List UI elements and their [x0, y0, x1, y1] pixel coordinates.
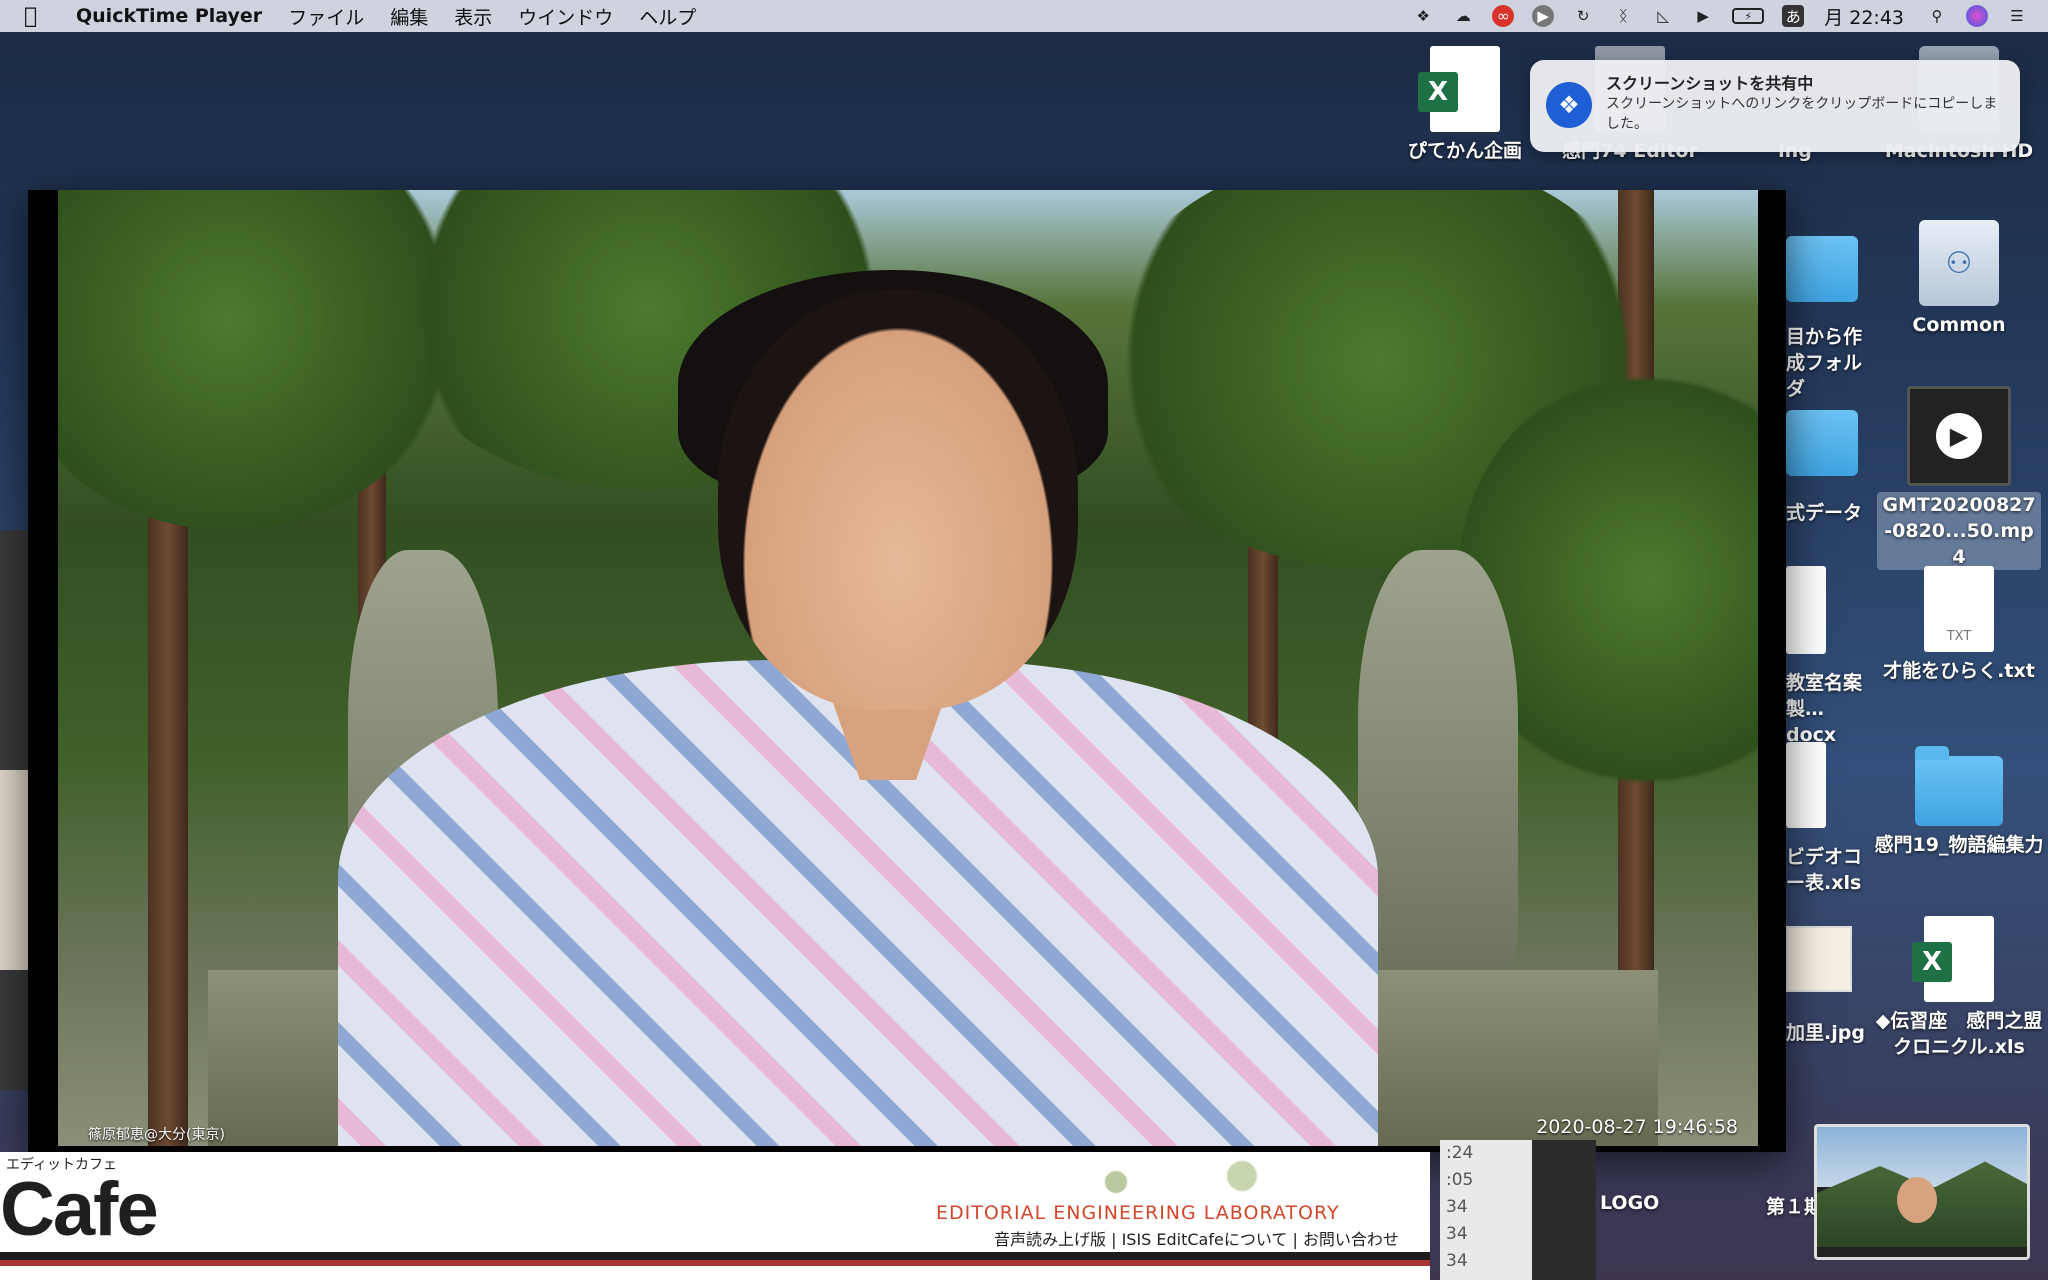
- desktop-icon-common[interactable]: ⚇ Common: [1874, 220, 2044, 338]
- menu-edit[interactable]: 編集: [390, 3, 428, 30]
- video-timestamp: 2020-08-27 19:46:58: [1536, 1116, 1738, 1138]
- apple-menu-icon[interactable]: : [24, 4, 68, 29]
- menu-help[interactable]: ヘルプ: [639, 3, 696, 30]
- menu-window[interactable]: ウインドウ: [518, 3, 613, 30]
- list-item: 34: [1446, 1251, 1468, 1271]
- menu-bar:  QuickTime Player ファイル 編集 表示 ウインドウ ヘルプ …: [0, 0, 2048, 32]
- desktop-icon-label: ぴてかん企画: [1407, 140, 1522, 162]
- notification-title: スクリーンショットを共有中: [1606, 74, 1814, 93]
- desktop-icon-partial-2[interactable]: [1786, 410, 1858, 476]
- menu-file[interactable]: ファイル: [288, 3, 364, 30]
- background-list: :24 :05 34 34 34: [1440, 1140, 1532, 1280]
- editcafe-website[interactable]: エディットカフェ Cafe EDITORIAL ENGINEERING LABO…: [0, 1152, 1430, 1280]
- desktop-icon-partial-3[interactable]: [1786, 566, 1826, 654]
- participant-face: [718, 290, 1078, 710]
- background-panel: [1532, 1140, 1596, 1280]
- desktop-icon-label: 教室名案製…docx: [1786, 672, 1863, 746]
- thumbnail-face: [1897, 1177, 1937, 1223]
- desktop-icon-label-logo[interactable]: LOGO: [1600, 1192, 1659, 1214]
- list-item: 34: [1446, 1197, 1468, 1217]
- desktop-icon-label: 加里.jpg: [1786, 1022, 1865, 1044]
- right-statue: [1358, 550, 1518, 970]
- ribbon-icon[interactable]: ∞: [1492, 5, 1515, 27]
- wifi-icon[interactable]: ◺: [1652, 5, 1674, 27]
- desktop-icon-label: 才能をひらく.txt: [1883, 660, 2035, 682]
- site-links[interactable]: 音声読み上げ版 | ISIS EditCafeについて | お問い合わせ: [994, 1226, 1399, 1250]
- desktop-icon-label: 式データ: [1786, 502, 1863, 524]
- desktop-icon-xls-chronicle[interactable]: X ◆伝習座 感門之盟クロニクル.xls: [1874, 916, 2044, 1060]
- desktop-icon-txt[interactable]: TXT 才能をひらく.txt: [1874, 566, 2044, 684]
- video-file-icon: ▶: [1907, 386, 2011, 486]
- bluetooth-icon[interactable]: ᛝ: [1612, 5, 1634, 27]
- desktop-icon-label: 目から作成フォルダ: [1786, 326, 1863, 400]
- excel-file-icon: X: [1418, 46, 1500, 132]
- status-area: ❖ ☁ ∞ ▶ ↻ ᛝ ◺ ▶ ⚡ あ 月 22:43 ⚲ ☰: [1394, 0, 2028, 32]
- folder-icon: [1915, 746, 2003, 826]
- time-machine-icon[interactable]: ↻: [1572, 5, 1594, 27]
- video-frame[interactable]: 篠原郁恵@大分(東京) 2020-08-27 19:46:58: [58, 190, 1758, 1146]
- background-window-edge: [0, 530, 28, 1090]
- desktop-icon-label: GMT20200827-0820...50.mp4: [1877, 492, 2041, 570]
- volume-icon[interactable]: ▶: [1692, 5, 1714, 27]
- participant-name: 篠原郁恵@大分(東京): [88, 1127, 225, 1143]
- list-item: 34: [1446, 1224, 1468, 1244]
- screenshot-thumbnail[interactable]: [1814, 1124, 2030, 1260]
- list-item: :05: [1446, 1170, 1474, 1190]
- site-lab-title: EDITORIAL ENGINEERING LABORATORY: [936, 1202, 1340, 1224]
- excel-file-icon: X: [1912, 916, 1994, 1002]
- menu-clock[interactable]: 月 22:43: [1824, 3, 1904, 30]
- menu-app-name[interactable]: QuickTime Player: [76, 5, 262, 27]
- dropbox-icon[interactable]: ❖: [1412, 5, 1434, 27]
- desktop-icon-xls-pitekan[interactable]: X ぴてかん企画: [1380, 46, 1550, 164]
- desktop-icon-label: Common: [1912, 314, 2006, 336]
- siri-icon[interactable]: [1966, 5, 1988, 27]
- desktop-icon-gmt-video[interactable]: ▶ GMT20200827-0820...50.mp4: [1874, 386, 2044, 570]
- notification-body: スクリーンショットへのリンクをクリップボードにコピーしました。: [1606, 96, 1998, 132]
- desktop-icon-partial-4[interactable]: [1786, 742, 1826, 828]
- shared-drive-icon: ⚇: [1919, 220, 1999, 306]
- desktop-icon-partial-1[interactable]: [1786, 236, 1858, 302]
- battery-icon[interactable]: ⚡: [1732, 8, 1765, 24]
- dropbox-notification[interactable]: ❖ スクリーンショットを共有中 スクリーンショットへのリンクをクリップボードにコ…: [1530, 60, 2020, 152]
- text-file-icon: TXT: [1924, 566, 1994, 652]
- input-method-icon[interactable]: あ: [1782, 5, 1805, 27]
- desktop-icon-folder-monogatari[interactable]: 感門19_物語編集力: [1874, 746, 2044, 858]
- quicktime-window[interactable]: 篠原郁恵@大分(東京) 2020-08-27 19:46:58: [28, 190, 1786, 1152]
- desktop-icon-label: ◆伝習座 感門之盟クロニクル.xls: [1875, 1010, 2043, 1058]
- notification-center-icon[interactable]: ☰: [2006, 5, 2028, 27]
- desktop-icon-label: 感門19_物語編集力: [1874, 834, 2044, 856]
- creative-cloud-icon[interactable]: ☁: [1452, 5, 1474, 27]
- search-icon[interactable]: ⚲: [1926, 5, 1948, 27]
- site-logo[interactable]: Cafe: [0, 1166, 159, 1253]
- menu-view[interactable]: 表示: [454, 3, 492, 30]
- desktop-icon-label: ビデオコー表.xls: [1786, 846, 1863, 894]
- desktop-icon-partial-5[interactable]: [1786, 926, 1852, 992]
- play-icon[interactable]: ▶: [1532, 5, 1555, 27]
- dropbox-icon: ❖: [1546, 82, 1592, 128]
- list-item: :24: [1446, 1143, 1474, 1163]
